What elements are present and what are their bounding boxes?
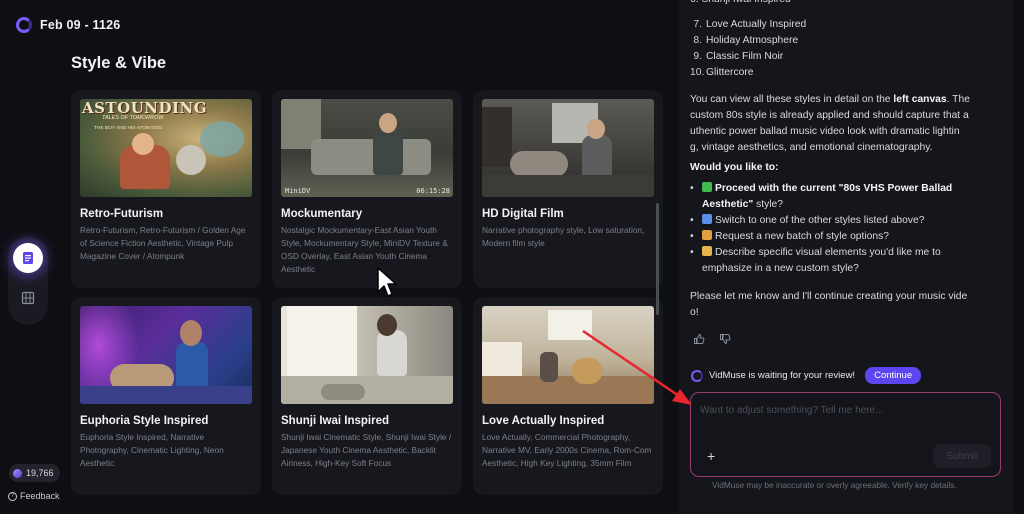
rail-storyboard-button[interactable] [13, 283, 43, 313]
thumbs-up-icon[interactable] [693, 333, 705, 345]
options-list: • Proceed with the current "80s VHS Powe… [690, 181, 990, 277]
thumb-figure [540, 352, 558, 382]
thumb-floor [482, 376, 654, 404]
list-item: 7. Love Actually Inspired [693, 19, 807, 30]
thumb-figure [377, 314, 397, 336]
vidmuse-logo-icon [691, 369, 703, 382]
thumb-dog [321, 384, 365, 400]
card-title: Love Actually Inspired [482, 415, 605, 427]
thumb-figure [377, 330, 407, 376]
thumb-bed [482, 342, 522, 376]
card-title: HD Digital Film [482, 208, 564, 220]
style-card-shunji-iwai[interactable]: Shunji Iwai Inspired Shunji Iwai Cinemat… [272, 297, 462, 495]
switch-icon [702, 214, 712, 224]
mouse-cursor-icon [377, 267, 397, 297]
chat-input-box[interactable]: Want to adjust something? Tell me here..… [690, 392, 1001, 477]
option-item: • Proceed with the current "80s VHS Powe… [690, 182, 953, 210]
thumb-figure [587, 119, 605, 139]
card-description: Shunji Iwai Cinematic Style, Shunji Iwai… [281, 432, 452, 468]
card-title: Retro-Futurism [80, 208, 164, 220]
thumb-planet [200, 121, 244, 157]
vidmuse-logo-icon [16, 17, 32, 33]
card-title: Shunji Iwai Inspired [281, 415, 389, 427]
thumb-magazine-subtitle: THE BOY AND HIS ATOM DOG [94, 126, 163, 131]
project-title[interactable]: Feb 09 - 1126 [40, 18, 120, 32]
credits-badge[interactable]: 19,766 [9, 464, 60, 482]
left-rail [8, 237, 48, 325]
thumb-figure [132, 133, 154, 155]
film-icon [21, 291, 35, 305]
thumb-figure [379, 113, 397, 133]
thumb-dog [572, 358, 602, 384]
thumb-sofa [311, 139, 431, 175]
card-thumbnail [482, 99, 654, 197]
thumb-window [287, 306, 357, 376]
credit-coin-icon [13, 468, 22, 478]
card-title: Mockumentary [281, 208, 363, 220]
section-title: Style & Vibe [71, 54, 167, 72]
list-item: 9. Classic Film Noir [693, 51, 784, 62]
submit-button[interactable]: Submit [933, 444, 991, 468]
style-card-mockumentary[interactable]: MiniDV 06:15:28 Mockumentary Nostalgic M… [272, 90, 462, 288]
check-icon [702, 182, 712, 192]
palette-icon [702, 230, 712, 240]
thumb-dog [176, 145, 206, 175]
thumb-figure [373, 129, 403, 175]
review-text: VidMuse is waiting for your review! [709, 370, 856, 381]
thumb-figure [180, 320, 202, 346]
document-icon [23, 252, 33, 264]
style-card-euphoria[interactable]: Euphoria Style Inspired Euphoria Style I… [71, 297, 261, 495]
thumb-shelf [482, 107, 512, 167]
chat-list-partial: 6. Shunji Iwai Inspired [690, 0, 791, 8]
chat-question: Would you like to: [690, 162, 779, 173]
chat-paragraph: You can view all these styles in detail … [690, 94, 970, 153]
thumbs-down-icon[interactable] [719, 333, 731, 345]
thumb-figure [582, 135, 612, 179]
thumb-osd-right: 06:15:28 [416, 187, 450, 195]
card-thumbnail [281, 306, 453, 404]
thumb-sofa [482, 175, 654, 197]
card-thumbnail: MiniDV 06:15:28 [281, 99, 453, 197]
thumb-bed [281, 376, 453, 404]
credits-count: 19,766 [26, 468, 54, 478]
card-thumbnail: ASTOUNDING TALES OF TOMORROW THE BOY AND… [80, 99, 252, 197]
style-card-love-actually[interactable]: Love Actually Inspired Love Actually, Co… [473, 297, 663, 495]
help-circle-icon: ? [8, 491, 17, 501]
thumb-window [548, 310, 592, 340]
card-description: Retro-Futurism, Retro-Futurism / Golden … [80, 225, 246, 261]
thumb-bed [80, 386, 252, 404]
feedback-label: Feedback [20, 491, 60, 501]
reaction-bar [693, 333, 731, 345]
card-title: Euphoria Style Inspired [80, 415, 209, 427]
style-card-hd-digital-film[interactable]: HD Digital Film Narrative photography st… [473, 90, 663, 288]
chat-closing: Please let me know and I'll continue cre… [690, 291, 968, 318]
list-item: 10. Glittercore [690, 67, 754, 78]
card-description: Love Actually, Commercial Photography, N… [482, 432, 652, 468]
card-description: Narrative photography style, Low saturat… [482, 225, 645, 248]
thumb-osd-left: MiniDV [285, 187, 311, 195]
option-item: • Request a new batch of style options? [690, 230, 890, 242]
grid-scrollbar[interactable] [656, 203, 659, 315]
thumb-dog [510, 151, 568, 177]
pencil-icon [702, 246, 712, 256]
review-status: VidMuse is waiting for your review! Cont… [691, 367, 922, 384]
option-item: • Describe specific visual elements you'… [690, 246, 941, 274]
thumb-figure [176, 342, 208, 392]
card-description: Euphoria Style Inspired, Narrative Photo… [80, 432, 224, 468]
chat-input-placeholder[interactable]: Want to adjust something? Tell me here..… [700, 405, 883, 416]
card-thumbnail [80, 306, 252, 404]
disclaimer-text: VidMuse may be inaccurate or overly agre… [712, 480, 957, 490]
card-description: Nostalgic Mockumentary-East Asian Youth … [281, 225, 448, 274]
continue-button[interactable]: Continue [865, 367, 922, 384]
rail-script-button[interactable] [13, 243, 43, 273]
option-item: • Switch to one of the other styles list… [690, 214, 925, 226]
card-thumbnail [482, 306, 654, 404]
style-list: 7. Love Actually Inspired 8. Holiday Atmos… [690, 17, 806, 81]
app-header: Feb 09 - 1126 [16, 17, 120, 33]
style-card-retro-futurism[interactable]: ASTOUNDING TALES OF TOMORROW THE BOY AND… [71, 90, 261, 288]
list-item: 8. Holiday Atmosphere [693, 35, 799, 46]
attach-plus-icon[interactable]: + [707, 448, 715, 464]
feedback-link[interactable]: ? Feedback [8, 491, 60, 501]
thumb-magazine-tagline: TALES OF TOMORROW [102, 115, 164, 121]
